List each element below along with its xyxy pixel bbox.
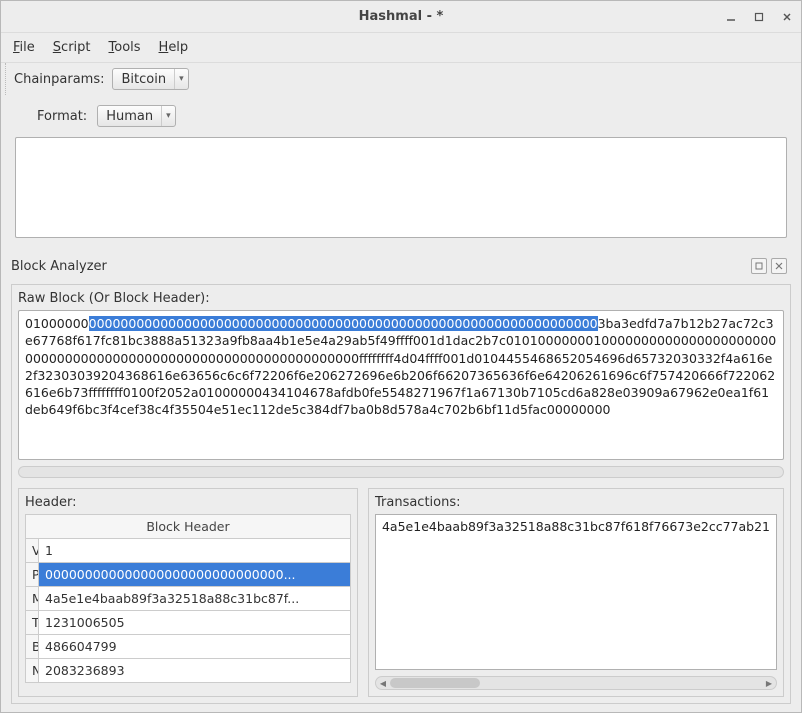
header-value: 000000000000000000000000000000...	[39, 563, 351, 587]
block-header-caption: Block Header	[26, 515, 351, 539]
maximize-button[interactable]	[751, 9, 767, 25]
format-label: Format:	[37, 109, 87, 124]
scroll-thumb[interactable]	[390, 678, 480, 688]
header-panel: Header: Block Header Version1PrevBlockHa…	[18, 488, 358, 697]
app-window: Hashmal - * File Script Tools Help Chain…	[0, 0, 802, 713]
float-icon	[755, 262, 763, 270]
minimize-button[interactable]	[723, 9, 739, 25]
menu-help[interactable]: Help	[159, 40, 189, 55]
raw-block-label: Raw Block (Or Block Header):	[18, 291, 784, 306]
format-value: Human	[106, 109, 153, 124]
transactions-scrollbar[interactable]: ◀ ▶	[375, 676, 777, 690]
content-area: Format: Human ▾ Block Analyzer Raw Block…	[1, 95, 801, 712]
menu-tools[interactable]: Tools	[109, 40, 141, 55]
chevron-down-icon: ▾	[174, 69, 184, 89]
block-header-table: Block Header Version1PrevBlockHash000000…	[25, 514, 351, 683]
toolbar: Chainparams: Bitcoin ▾	[5, 63, 801, 95]
table-row[interactable]: Nonce2083236893	[26, 659, 351, 683]
transactions-list[interactable]: 4a5e1e4baab89f3a32518a88c31bc87f618f7667…	[375, 514, 777, 670]
header-value: 1231006505	[39, 611, 351, 635]
raw-block-textarea[interactable]: 0100000000000000000000000000000000000000…	[18, 310, 784, 460]
transactions-label: Transactions:	[375, 495, 777, 510]
format-combo[interactable]: Human ▾	[97, 105, 175, 127]
header-value: 2083236893	[39, 659, 351, 683]
chevron-down-icon: ▾	[161, 106, 171, 126]
chainparams-label: Chainparams:	[14, 72, 104, 87]
header-key: Time	[26, 611, 39, 635]
table-row[interactable]: MerkleRootHash4a5e1e4baab89f3a32518a88c3…	[26, 587, 351, 611]
close-button[interactable]	[779, 9, 795, 25]
dock-float-button[interactable]	[751, 258, 767, 274]
header-key: Version	[26, 539, 39, 563]
block-analyzer-panel: Raw Block (Or Block Header): 01000000000…	[11, 284, 791, 704]
block-analyzer-label: Block Analyzer	[11, 259, 107, 274]
header-key: Nonce	[26, 659, 39, 683]
table-row[interactable]: PrevBlockHash000000000000000000000000000…	[26, 563, 351, 587]
dock-controls	[751, 258, 787, 274]
table-row[interactable]: Time1231006505	[26, 611, 351, 635]
maximize-icon	[754, 12, 764, 22]
chainparams-value: Bitcoin	[121, 72, 166, 87]
menu-script[interactable]: Script	[53, 40, 91, 55]
header-key: PrevBlockHash	[26, 563, 39, 587]
header-key: Bits	[26, 635, 39, 659]
close-icon	[782, 12, 792, 22]
titlebar: Hashmal - *	[1, 1, 801, 33]
block-analyzer-header: Block Analyzer	[9, 256, 793, 278]
raw-selected: 0000000000000000000000000000000000000000…	[89, 316, 598, 331]
raw-pre: 01000000	[25, 316, 89, 331]
dock-close-button[interactable]	[771, 258, 787, 274]
table-row[interactable]: Version1	[26, 539, 351, 563]
header-value: 486604799	[39, 635, 351, 659]
raw-block-scrollbar[interactable]	[18, 466, 784, 478]
raw-post: 3ba3edfd7a7b12b27ac72c3e67768f617fc81bc3…	[25, 316, 776, 417]
table-row[interactable]: Bits486604799	[26, 635, 351, 659]
header-value: 4a5e1e4baab89f3a32518a88c31bc87f...	[39, 587, 351, 611]
window-controls	[723, 1, 795, 32]
menu-file[interactable]: File	[13, 40, 35, 55]
header-key: MerkleRootHash	[26, 587, 39, 611]
close-icon	[775, 262, 783, 270]
minimize-icon	[726, 12, 736, 22]
scroll-right-icon[interactable]: ▶	[762, 677, 776, 689]
chainparams-combo[interactable]: Bitcoin ▾	[112, 68, 188, 90]
script-textarea[interactable]	[15, 137, 787, 238]
scroll-left-icon[interactable]: ◀	[376, 677, 390, 689]
analyzer-lower: Header: Block Header Version1PrevBlockHa…	[18, 488, 784, 697]
transaction-item[interactable]: 4a5e1e4baab89f3a32518a88c31bc87f618f7667…	[382, 519, 770, 534]
header-value: 1	[39, 539, 351, 563]
transactions-panel: Transactions: 4a5e1e4baab89f3a32518a88c3…	[368, 488, 784, 697]
window-title: Hashmal - *	[359, 9, 444, 24]
header-panel-label: Header:	[25, 495, 351, 510]
format-row: Format: Human ▾	[9, 101, 793, 131]
menubar: File Script Tools Help	[1, 33, 801, 63]
